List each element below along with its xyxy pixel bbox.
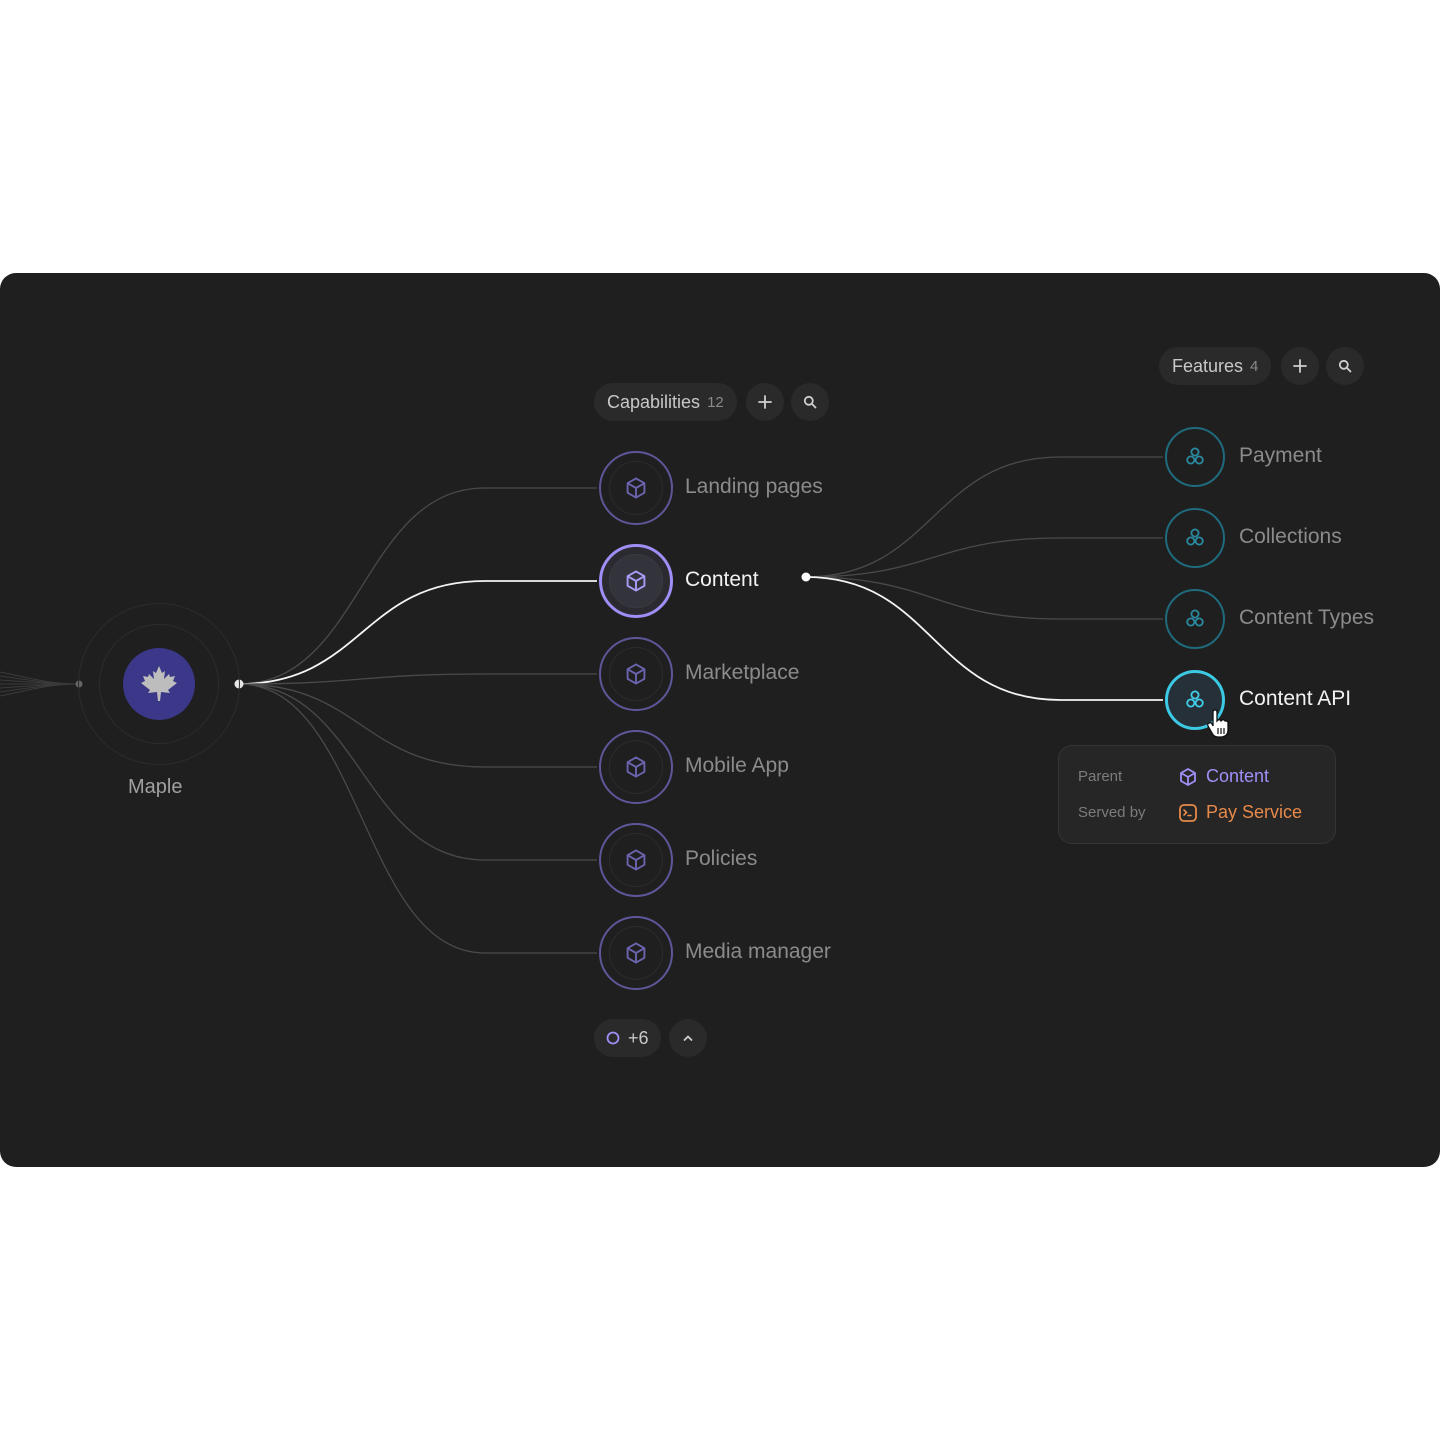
capability-node-inner <box>609 461 663 515</box>
capabilities-add-button[interactable] <box>746 383 784 421</box>
features-header-pill[interactable]: Features 4 <box>1159 347 1272 385</box>
more-count: +6 <box>628 1027 649 1048</box>
features-count: 4 <box>1250 357 1259 375</box>
cube-icon <box>626 756 646 778</box>
served-link[interactable]: Pay Service <box>1178 802 1302 823</box>
capability-label[interactable]: Content <box>685 568 759 592</box>
capability-label[interactable]: Policies <box>685 847 757 871</box>
content-to-feature-wire <box>805 537 1163 578</box>
plus-icon <box>758 395 772 409</box>
graph-canvas[interactable]: Maple Capabilities 12 Landing pages Conte… <box>0 273 1440 1167</box>
capability-label[interactable]: Mobile App <box>685 754 789 778</box>
content-to-feature-wire <box>805 576 1163 701</box>
feature-label[interactable]: Content Types <box>1239 606 1374 630</box>
features-search-button[interactable] <box>1326 347 1364 385</box>
tooltip-served-row: Served by Pay Service <box>1078 802 1302 823</box>
capability-node-inner <box>609 833 663 887</box>
feature-label[interactable]: Content API <box>1239 687 1351 711</box>
search-icon <box>1338 359 1352 373</box>
root-node-maple[interactable] <box>123 648 195 720</box>
served-key: Served by <box>1078 804 1146 821</box>
circles-icon <box>1186 447 1204 465</box>
capability-node-inner <box>609 740 663 794</box>
tooltip-parent-row: Parent Content <box>1078 766 1269 787</box>
hand-cursor-icon <box>1207 709 1229 738</box>
cube-icon <box>626 942 646 964</box>
parent-value: Content <box>1206 766 1270 786</box>
capability-node[interactable] <box>599 451 673 525</box>
capability-label[interactable]: Marketplace <box>685 661 799 685</box>
cube-icon <box>626 849 646 871</box>
capabilities-count: 12 <box>707 393 724 411</box>
feature-tooltip: Parent Content Served by Pay Service <box>1058 745 1336 844</box>
content-to-feature-wire <box>805 576 1163 620</box>
feature-node[interactable] <box>1165 508 1225 568</box>
circles-icon <box>1186 609 1204 627</box>
capability-node[interactable] <box>599 544 673 618</box>
capability-node[interactable] <box>599 730 673 804</box>
circle-outline-icon <box>606 1031 620 1045</box>
feature-label[interactable]: Payment <box>1239 444 1322 468</box>
features-title: Features <box>1172 355 1244 376</box>
root-label: Maple <box>128 776 183 798</box>
parent-link[interactable]: Content <box>1178 766 1269 787</box>
maple-leaf-icon <box>141 666 177 701</box>
capability-node[interactable] <box>599 916 673 990</box>
cube-icon <box>626 663 646 685</box>
circles-icon <box>1186 528 1204 546</box>
capabilities-title: Capabilities <box>607 391 701 412</box>
search-icon <box>803 395 817 409</box>
terminal-icon <box>1179 803 1197 822</box>
capability-node-inner <box>609 926 663 980</box>
root-to-capability-wire <box>238 487 597 685</box>
incoming-wire <box>0 679 79 685</box>
cube-icon <box>626 477 646 499</box>
capability-label[interactable]: Media manager <box>685 940 831 964</box>
circles-icon <box>1186 690 1204 708</box>
capability-node[interactable] <box>599 637 673 711</box>
capability-node-inner <box>609 647 663 701</box>
capability-label[interactable]: Landing pages <box>685 475 823 499</box>
cube-icon <box>626 570 646 592</box>
feature-node[interactable] <box>1165 427 1225 487</box>
feature-label[interactable]: Collections <box>1239 525 1342 549</box>
capability-node[interactable] <box>599 823 673 897</box>
capabilities-search-button[interactable] <box>791 383 829 421</box>
cube-icon <box>1180 767 1196 786</box>
collapse-button[interactable] <box>669 1019 707 1057</box>
capability-node-inner <box>609 554 663 608</box>
features-add-button[interactable] <box>1281 347 1319 385</box>
capabilities-header-pill[interactable]: Capabilities 12 <box>594 383 737 421</box>
root-to-capability-wire <box>238 683 597 861</box>
plus-icon <box>1293 359 1307 373</box>
root-to-capability-wire <box>238 683 597 768</box>
feature-node[interactable] <box>1165 589 1225 649</box>
served-value: Pay Service <box>1206 802 1303 822</box>
parent-key: Parent <box>1078 768 1123 785</box>
more-capabilities-button[interactable]: +6 <box>594 1019 661 1057</box>
chevron-up-icon <box>683 1035 693 1041</box>
content-output-port[interactable] <box>801 572 811 582</box>
root-to-capability-wire <box>238 683 597 954</box>
content-to-feature-wire <box>805 456 1163 578</box>
